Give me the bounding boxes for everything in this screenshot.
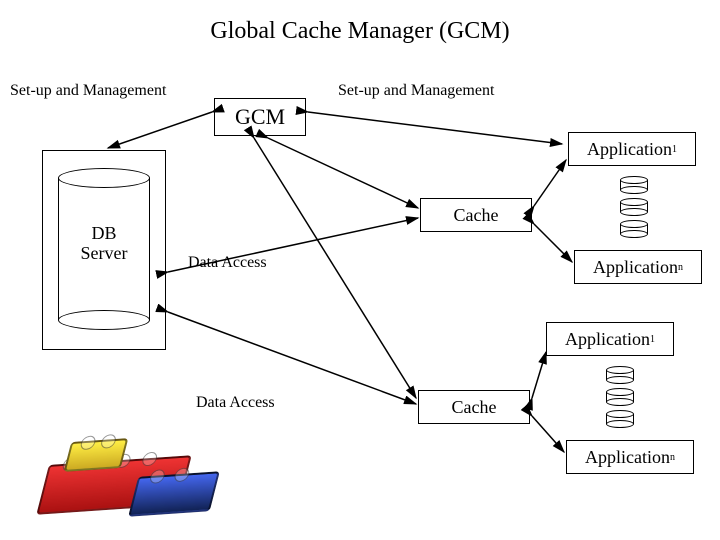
- application-n-b-box: Applicationn: [566, 440, 694, 474]
- cache-box-1: Cache: [420, 198, 532, 232]
- application-1-a-box: Application1: [568, 132, 696, 166]
- app-stack-b-icon: [606, 366, 636, 432]
- label-data-access-1: Data Access: [188, 254, 267, 272]
- app-stack-a-icon: [620, 176, 650, 242]
- label-setup-left: Set-up and Management: [10, 82, 166, 100]
- label-setup-right: Set-up and Management: [338, 82, 494, 100]
- label-data-access-2: Data Access: [196, 394, 275, 412]
- db-server-label: DB Server: [58, 224, 150, 264]
- cache-box-2: Cache: [418, 390, 530, 424]
- page-title: Global Cache Manager (GCM): [0, 18, 720, 45]
- application-n-a-box: Applicationn: [574, 250, 702, 284]
- application-1-b-box: Application1: [546, 322, 674, 356]
- db-cylinder-icon: DB Server: [58, 168, 150, 330]
- gcm-box: GCM: [214, 98, 306, 136]
